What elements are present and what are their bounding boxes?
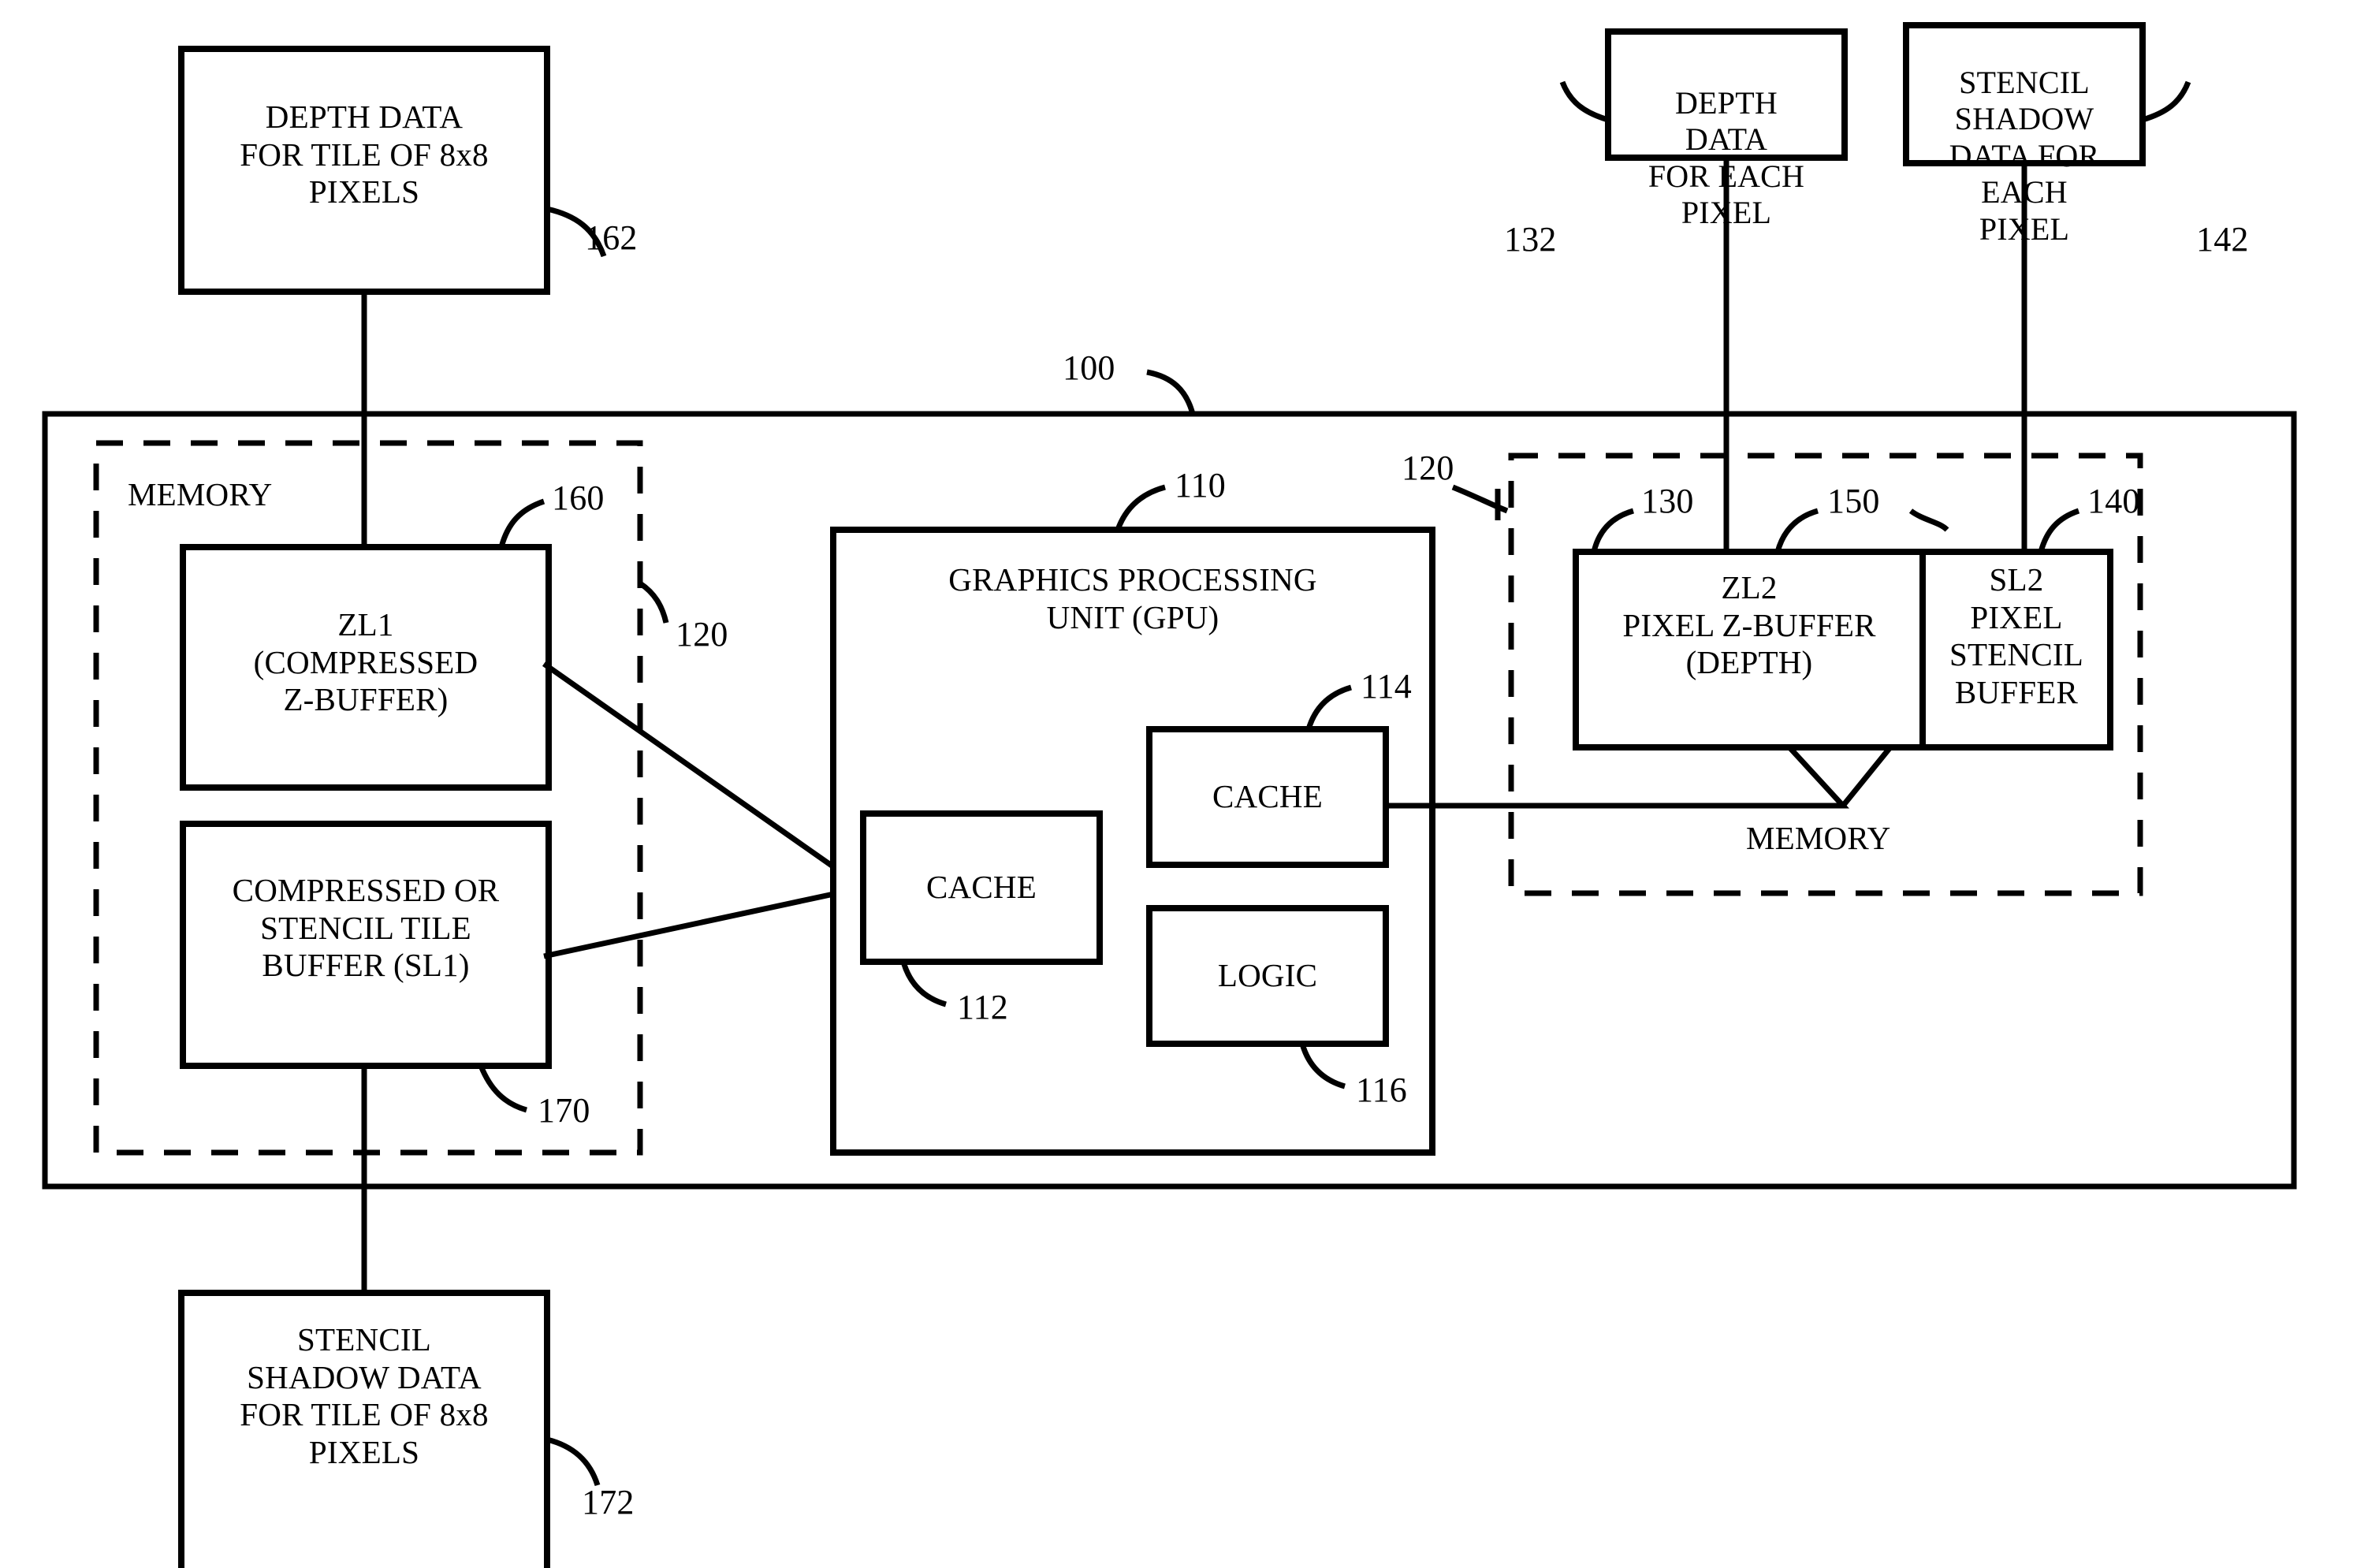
leader-line-130 <box>1591 508 1635 553</box>
stencil-each-pixel-label: STENCIL SHADOW DATA FOR EACH PIXEL <box>1949 65 2100 247</box>
leader-line-160 <box>498 498 545 548</box>
leader-line-150b <box>1908 508 1949 532</box>
ref-120-right: 120 <box>1402 449 1454 487</box>
ref-120-left: 120 <box>676 615 728 654</box>
leader-line-132 <box>1559 80 1610 123</box>
zl2-label: ZL2 PIXEL Z-BUFFER (DEPTH) <box>1622 569 1876 681</box>
sl1-label: COMPRESSED OR STENCIL TILE BUFFER (SL1) <box>232 872 500 984</box>
leader-line-142 <box>2141 80 2191 123</box>
ref-110: 110 <box>1175 466 1226 505</box>
figure-canvas: DEPTH DATA FOR TILE OF 8x8 PIXELS 162 DE… <box>0 0 2368 1568</box>
ref-114: 114 <box>1361 667 1412 706</box>
zl1-label: ZL1 (COMPRESSED Z-BUFFER) <box>253 606 478 718</box>
leader-line-172 <box>546 1436 601 1487</box>
ref-132: 132 <box>1504 220 1557 259</box>
leader-line-150 <box>1774 508 1819 553</box>
leader-line-170 <box>478 1064 528 1113</box>
connector-zl1-to-cache112 <box>542 661 866 890</box>
logic-116-label: LOGIC <box>1217 957 1318 994</box>
leader-line-140 <box>2038 508 2080 553</box>
ref-162: 162 <box>585 218 638 257</box>
cache-114-label: CACHE <box>1212 778 1323 815</box>
depth-tile-label: DEPTH DATA FOR TILE OF 8x8 PIXELS <box>240 99 489 210</box>
depth-each-pixel-label: DEPTH DATA FOR EACH PIXEL <box>1648 85 1805 231</box>
connector-sl1-to-cache112 <box>543 885 864 959</box>
ref-160: 160 <box>552 479 605 517</box>
ref-116: 116 <box>1356 1071 1407 1109</box>
leader-line-120-left <box>638 581 669 624</box>
ref-150: 150 <box>1827 482 1880 520</box>
ref-112: 112 <box>957 988 1008 1026</box>
ref-170: 170 <box>538 1091 590 1130</box>
memory-right-label: MEMORY <box>1746 820 1891 856</box>
gpu-label: GRAPHICS PROCESSING UNIT (GPU) <box>948 561 1317 635</box>
memory-left-label: MEMORY <box>128 476 273 512</box>
leader-line-100 <box>1146 369 1196 415</box>
connector-cache114-to-zl2-sl2 <box>1386 745 1849 809</box>
leader-line-110 <box>1115 484 1166 531</box>
ref-100: 100 <box>1063 348 1115 387</box>
stencil-tile-label: STENCIL SHADOW DATA FOR TILE OF 8x8 PIXE… <box>240 1321 489 1470</box>
sl2-label: SL2 PIXEL STENCIL BUFFER <box>1949 561 2083 710</box>
ref-172: 172 <box>582 1483 635 1521</box>
cache-112-label: CACHE <box>926 869 1037 906</box>
ref-140: 140 <box>2087 482 2140 520</box>
connector-cache114-to-sl2-branch <box>1841 745 1893 808</box>
ref-130: 130 <box>1641 482 1694 520</box>
ref-142: 142 <box>2196 220 2249 259</box>
